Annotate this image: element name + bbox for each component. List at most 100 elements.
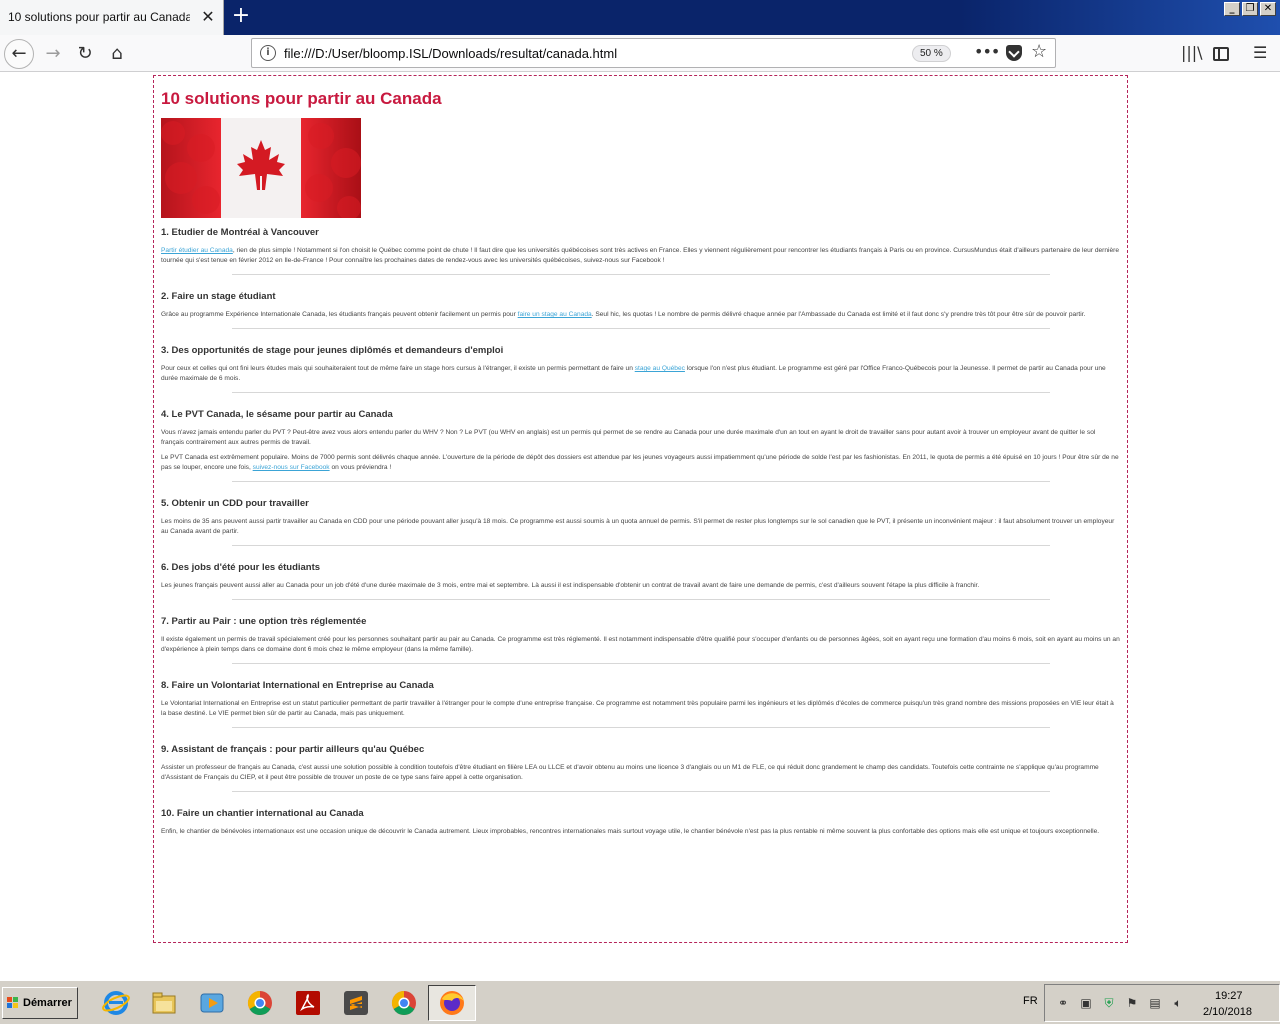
security-shield-icon[interactable]: ⛨ <box>1101 995 1117 1011</box>
taskbar-apps <box>92 985 476 1021</box>
section-divider <box>231 274 1050 275</box>
paragraph-text: Pour ceux et celles qui ont fini leurs é… <box>161 365 635 372</box>
section-paragraph: Les jeunes français peuvent aussi aller … <box>161 581 1120 591</box>
paragraph-text: Enfin, le chantier de bénévoles internat… <box>161 828 1100 835</box>
windows-logo-icon <box>7 997 19 1009</box>
article-sections: 1. Etudier de Montréal à Vancouver Partir… <box>161 218 1120 837</box>
article-section: 9. Assistant de français : pour partir a… <box>161 735 1120 783</box>
pocket-icon[interactable] <box>1006 45 1022 61</box>
page-actions-icon[interactable]: ••• <box>974 42 1000 61</box>
taskbar-app[interactable] <box>332 985 380 1021</box>
page-info-icon[interactable]: i <box>260 45 276 61</box>
section-heading: 10. Faire un chantier international au C… <box>161 808 364 819</box>
restore-button[interactable]: ❐ <box>1242 2 1258 16</box>
inline-link[interactable]: suivez-nous sur Facebook <box>253 464 330 471</box>
section-paragraph: Assister un professeur de français au Ca… <box>161 763 1120 783</box>
taskbar-app[interactable] <box>380 985 428 1021</box>
file-explorer-icon <box>150 989 178 1017</box>
article-section: 6. Des jobs d'été pour les étudiants Les … <box>161 553 1120 591</box>
taskbar-app-active[interactable] <box>428 985 476 1021</box>
clock-time[interactable]: 19:27 <box>1215 990 1243 1002</box>
canada-maple-leaf-image <box>161 118 361 218</box>
taskbar-app[interactable] <box>188 985 236 1021</box>
article-section: 1. Etudier de Montréal à Vancouver Partir… <box>161 218 1120 266</box>
section-divider <box>231 392 1050 393</box>
network-icon[interactable]: ⚭ <box>1055 995 1071 1011</box>
inline-link[interactable]: faire un stage au Canada <box>518 311 592 318</box>
section-heading: 1. Etudier de Montréal à Vancouver <box>161 227 319 238</box>
section-heading: 3. Des opportunités de stage pour jeunes… <box>161 345 504 356</box>
volume-icon[interactable]: 🔈︎ <box>1170 995 1186 1011</box>
section-divider <box>231 727 1050 728</box>
minimize-button[interactable]: _ <box>1224 2 1240 16</box>
media-player-icon <box>198 989 226 1017</box>
inline-link[interactable]: Partir étudier au Canada <box>161 247 233 254</box>
page-viewport: 10 solutions pour partir au Canada 1. Et… <box>0 72 1280 980</box>
browser-tab[interactable]: 10 solutions pour partir au Canada - C ✕ <box>0 0 224 35</box>
section-paragraph: Vous n'avez jamais entendu parler du PVT… <box>161 428 1120 448</box>
bookmark-star-icon[interactable]: ☆ <box>1031 41 1047 62</box>
back-arrow-icon[interactable]: ← <box>4 39 34 69</box>
taskbar-app[interactable] <box>284 985 332 1021</box>
section-heading: 7. Partir au Pair : une option très régl… <box>161 616 367 627</box>
window-controls: _ ❐ ✕ <box>1224 2 1276 16</box>
network-computers-icon[interactable]: ▤ <box>1147 995 1163 1011</box>
section-paragraph: Les moins de 35 ans peuvent aussi partir… <box>161 517 1120 537</box>
taskbar-app[interactable] <box>140 985 188 1021</box>
navigation-toolbar: ← → ↻ ⌂ i file:///D:/User/bloomp.ISL/Dow… <box>0 35 1280 72</box>
paragraph-text: on vous préviendra ! <box>329 464 392 471</box>
section-heading: 9. Assistant de français : pour partir a… <box>161 744 425 755</box>
zoom-level-badge[interactable]: 50 % <box>912 45 951 62</box>
section-paragraph: Enfin, le chantier de bénévoles internat… <box>161 827 1120 837</box>
section-divider <box>231 545 1050 546</box>
start-button[interactable]: Démarrer <box>2 987 78 1019</box>
paragraph-text: Le Volontariat International en Entrepri… <box>161 700 1114 717</box>
section-divider <box>231 791 1050 792</box>
reload-icon[interactable]: ↻ <box>70 39 100 69</box>
language-indicator[interactable]: FR <box>1023 995 1038 1007</box>
home-icon[interactable]: ⌂ <box>102 39 132 69</box>
maple-leaf-icon <box>161 118 361 218</box>
section-divider <box>231 599 1050 600</box>
url-text[interactable]: file:///D:/User/bloomp.ISL/Downloads/res… <box>284 46 617 61</box>
window-titlebar: 10 solutions pour partir au Canada - C ✕… <box>0 0 1280 35</box>
section-paragraph: Pour ceux et celles qui ont fini leurs é… <box>161 364 1120 384</box>
page-title: 10 solutions pour partir au Canada <box>161 89 442 108</box>
taskbar: Démarrer FR ⚭ ▣ ⛨ ⚑ ▤ 🔈︎ 19:27 2/10/2018 <box>0 980 1280 1024</box>
library-icon[interactable]: |||\ <box>1181 43 1203 62</box>
section-divider <box>231 663 1050 664</box>
article-section: 2. Faire un stage étudiant Grâce au progr… <box>161 282 1120 320</box>
close-window-button[interactable]: ✕ <box>1260 2 1276 16</box>
taskbar-app[interactable] <box>236 985 284 1021</box>
address-bar[interactable]: i file:///D:/User/bloomp.ISL/Downloads/r… <box>251 38 1056 68</box>
sublime-text-icon <box>342 989 370 1017</box>
section-divider <box>231 328 1050 329</box>
article-section: 10. Faire un chantier international au C… <box>161 799 1120 837</box>
section-paragraph: Le Volontariat International en Entrepri… <box>161 699 1120 719</box>
sidebar-icon[interactable] <box>1213 47 1229 61</box>
new-tab-icon[interactable]: + <box>230 5 252 27</box>
action-center-flag-icon[interactable]: ⚑ <box>1124 995 1140 1011</box>
display-icon[interactable]: ▣ <box>1078 995 1094 1011</box>
clock-date[interactable]: 2/10/2018 <box>1203 1006 1252 1018</box>
section-heading: 2. Faire un stage étudiant <box>161 291 276 302</box>
start-label: Démarrer <box>23 997 72 1009</box>
paragraph-text: Vous n'avez jamais entendu parler du PVT… <box>161 429 1096 446</box>
taskbar-app[interactable] <box>92 985 140 1021</box>
paragraph-text: , rien de plus simple ! Notamment si l'o… <box>161 247 1120 264</box>
firefox-icon <box>438 989 466 1017</box>
article-section: 5. Obtenir un CDD pour travailler Les moi… <box>161 489 1120 537</box>
section-paragraph: Grâce au programme Expérience Internatio… <box>161 310 1120 320</box>
section-paragraph: Le PVT Canada est extrêmement populaire.… <box>161 453 1120 473</box>
inline-link[interactable]: stage au Québec <box>635 365 685 372</box>
section-heading: 5. Obtenir un CDD pour travailler <box>161 498 309 509</box>
paragraph-text: Il existe également un permis de travail… <box>161 636 1120 653</box>
acrobat-icon <box>294 989 322 1017</box>
paragraph-text: Les jeunes français peuvent aussi aller … <box>161 582 980 589</box>
paragraph-text: Assister un professeur de français au Ca… <box>161 764 1099 781</box>
close-tab-icon[interactable]: ✕ <box>199 8 217 26</box>
forward-arrow-icon[interactable]: → <box>38 39 68 69</box>
article-section: 4. Le PVT Canada, le sésame pour partir … <box>161 400 1120 473</box>
tab-title: 10 solutions pour partir au Canada - C <box>8 10 190 24</box>
hamburger-menu-icon[interactable]: ☰ <box>1253 43 1267 62</box>
